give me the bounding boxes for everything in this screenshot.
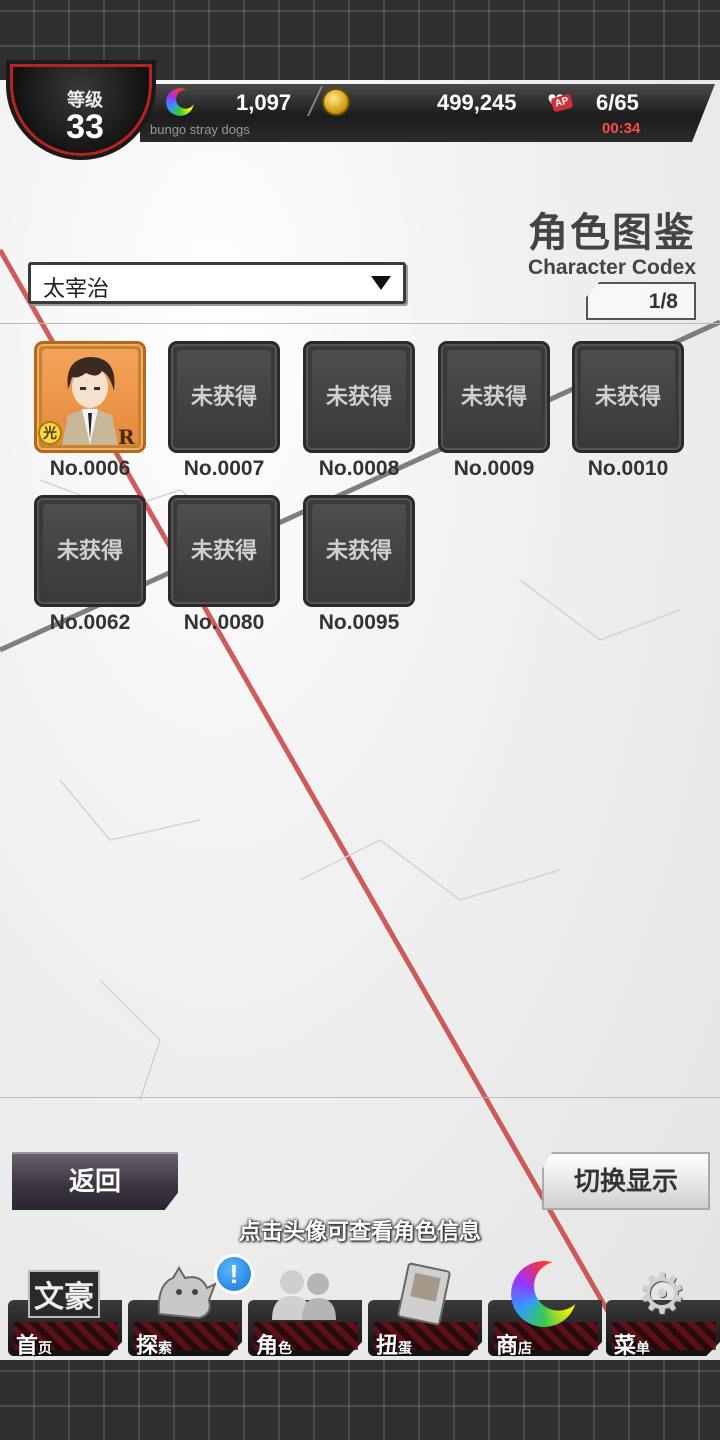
locked-text: 未获得 — [312, 504, 406, 598]
character-thumb-locked[interactable]: 未获得 — [168, 495, 280, 607]
rainbow-moon-shape — [511, 1261, 577, 1327]
nav-label-small: 索 — [158, 1340, 173, 1356]
nav-gacha[interactable]: 扭蛋 — [368, 1258, 482, 1358]
characters-icon — [260, 1258, 348, 1330]
logo-text: 文豪 — [28, 1270, 100, 1318]
nav-home[interactable]: 文豪 首页 — [8, 1258, 122, 1358]
character-number: No.0009 — [453, 457, 535, 480]
grid-bottom-divider — [0, 1097, 720, 1098]
switch-display-button[interactable]: 切换显示 — [542, 1152, 710, 1210]
gem-icon — [166, 88, 194, 116]
nav-label-main: 菜 — [614, 1333, 637, 1358]
locked-text: 未获得 — [177, 350, 271, 444]
locked-text: 未获得 — [581, 350, 675, 444]
grid-top-divider — [0, 323, 720, 324]
nav-label-main: 商 — [496, 1333, 519, 1358]
character-filter-dropdown[interactable]: 太宰治 — [28, 262, 406, 304]
menu-gear-icon: ⚙ — [618, 1258, 706, 1330]
page-subtitle: Character Codex — [527, 256, 696, 279]
nav-label-main: 扭 — [376, 1333, 399, 1358]
locked-text: 未获得 — [312, 350, 406, 444]
ap-timer: 00:34 — [602, 120, 641, 137]
attribute-light-icon: 光 — [38, 421, 62, 445]
dropdown-selected-value: 太宰治 — [43, 276, 110, 301]
locked-text: 未获得 — [177, 504, 271, 598]
nav-home-label: 首页 — [16, 1328, 52, 1360]
nav-explore-label: 探索 — [136, 1328, 172, 1360]
dropdown-arrow-icon — [371, 276, 391, 290]
character-number: No.0006 — [49, 457, 131, 480]
nav-label-small: 蛋 — [398, 1340, 413, 1356]
nav-label-small: 店 — [518, 1340, 533, 1356]
locked-text: 未获得 — [43, 504, 137, 598]
level-value: 33 — [66, 108, 104, 146]
character-thumb-locked[interactable]: 未获得 — [572, 341, 684, 453]
character-thumb-locked[interactable]: 未获得 — [303, 495, 415, 607]
coin-icon — [322, 88, 350, 116]
locked-text: 未获得 — [447, 350, 541, 444]
nav-shop-label: 商店 — [496, 1328, 532, 1360]
nav-shop[interactable]: 商店 — [488, 1258, 602, 1358]
nav-gacha-label: 扭蛋 — [376, 1328, 412, 1360]
character-number: No.0062 — [49, 611, 131, 634]
nav-explore[interactable]: ! 探索 — [128, 1254, 254, 1360]
bungo-logo-icon: 文豪 — [20, 1258, 108, 1330]
character-thumb-locked[interactable]: 未获得 — [34, 495, 146, 607]
rarity-badge: R — [118, 425, 135, 449]
gacha-icon — [380, 1258, 468, 1330]
character-number: No.0095 — [318, 611, 400, 634]
ap-count: 6/65 — [596, 90, 639, 115]
page-indicator: 1/8 — [586, 282, 696, 320]
nav-label-main: 探 — [136, 1333, 159, 1358]
character-number: No.0080 — [183, 611, 265, 634]
character-thumb-locked[interactable]: 未获得 — [168, 341, 280, 453]
nav-menu-label: 菜单 — [614, 1328, 650, 1360]
shop-icon — [500, 1258, 588, 1330]
character-number: No.0008 — [318, 457, 400, 480]
hint-text: 点击头像可查看角色信息 — [238, 1219, 481, 1244]
level-badge[interactable]: 等级 33 — [6, 60, 156, 160]
nav-characters-label: 角色 — [256, 1328, 292, 1360]
page-title: 角色图鉴 — [528, 211, 696, 255]
gear-glyph: ⚙ — [636, 1262, 688, 1325]
coin-count: 499,245 — [437, 90, 517, 115]
nav-label-main: 角 — [256, 1333, 279, 1358]
nav-label-small: 单 — [636, 1340, 651, 1356]
character-thumb-locked[interactable]: 未获得 — [438, 341, 550, 453]
character-thumb-locked[interactable]: 未获得 — [303, 341, 415, 453]
game-name: bungo stray dogs — [150, 122, 250, 137]
bottom-pattern-band — [0, 1360, 720, 1440]
character-number: No.0010 — [587, 457, 669, 480]
nav-label-main: 首 — [16, 1333, 39, 1358]
nav-label-small: 页 — [38, 1340, 53, 1356]
gem-count: 1,097 — [236, 90, 292, 115]
character-number: No.0007 — [183, 457, 265, 480]
nav-label-small: 色 — [278, 1340, 293, 1356]
back-button[interactable]: 返回 — [12, 1152, 178, 1210]
nav-characters[interactable]: 角色 — [248, 1258, 362, 1358]
nav-menu[interactable]: ⚙ 菜单 — [606, 1258, 720, 1358]
